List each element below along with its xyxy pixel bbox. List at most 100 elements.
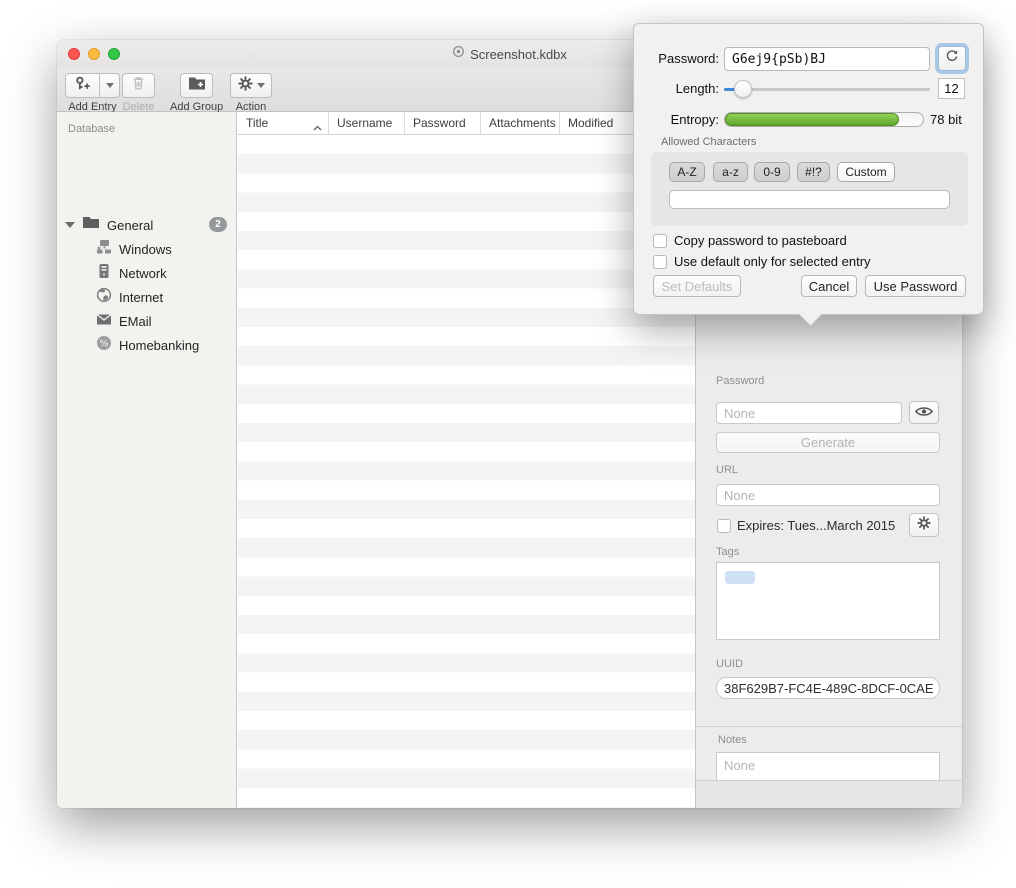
window-title: Screenshot.kdbx [470,47,567,62]
column-header-label: Username [337,116,392,130]
charset-button-custom[interactable]: Custom [837,162,895,182]
percent-icon: % [96,335,112,356]
charset-button-az[interactable]: A-Z [669,162,705,182]
sidebar-item-email[interactable]: EMail [57,310,236,332]
column-header-label: Password [413,116,466,130]
regenerate-password-button[interactable] [938,46,966,71]
default-selected-entry-checkbox[interactable] [653,255,667,269]
sidebar-item-label: EMail [119,314,152,329]
sidebar-item-general[interactable]: General 2 [57,214,236,236]
sidebar-item-network[interactable]: Network [57,262,236,284]
charset-button-[interactable]: #!? [797,162,830,182]
allowed-characters-label: Allowed Characters [661,136,756,148]
tag-token[interactable] [725,571,755,584]
folder-plus-icon [188,76,206,95]
copy-pasteboard-row: Copy password to pasteboard [653,233,847,248]
uuid-field[interactable]: 38F629B7-FC4E-489C-8DCF-0CAE [716,677,940,699]
column-header-password[interactable]: Password [405,112,481,134]
notes-section-label: Notes [718,734,747,746]
column-header-label: Title [246,116,268,130]
entropy-label: Entropy: [634,112,719,127]
sidebar-item-label: Internet [119,290,163,305]
envelope-icon [96,312,112,330]
expires-label: Expires: Tues...March 2015 [737,518,895,533]
add-entry-dropdown-button[interactable] [100,73,120,98]
uuid-section-label: UUID [716,658,743,670]
section-divider [696,726,962,727]
sidebar-item-homebanking[interactable]: % Homebanking [57,334,236,356]
screenshot-page: Screenshot.kdbx Add Entry [0,0,1016,888]
popover-password-label: Password: [634,51,719,66]
expires-row: Expires: Tues...March 2015 [717,518,895,533]
tags-section-label: Tags [716,546,739,558]
expires-settings-button[interactable] [909,513,939,537]
delete-button[interactable] [122,73,155,98]
sidebar-item-label: Homebanking [119,338,199,353]
default-selected-entry-label: Use default only for selected entry [674,254,871,269]
globe-icon [96,287,112,308]
column-header-username[interactable]: Username [329,112,405,134]
column-header-title[interactable]: Title [238,112,329,134]
key-plus-icon [74,75,92,96]
gear-icon [238,76,253,96]
column-header-attachments[interactable]: Attachments [481,112,560,134]
url-field[interactable]: None [716,484,940,506]
table-rows[interactable] [238,135,695,808]
toolbar-item-add-group: Add Group [170,73,223,113]
toolbar-item-add-entry: Add Entry [65,73,120,113]
gear-icon [917,516,931,535]
length-value-box[interactable]: 12 [938,78,965,99]
default-selected-entry-row: Use default only for selected entry [653,254,871,269]
entropy-bar [724,112,924,127]
copy-pasteboard-checkbox[interactable] [653,234,667,248]
entry-table: Title Username Password Attachments Modified [238,112,695,808]
document-proxy-icon [452,45,465,63]
allowed-characters-box: A-Z a-z 0-9 #!? Custom [651,152,968,226]
sidebar-header: Database [68,123,115,135]
entropy-bar-fill [725,113,899,126]
generate-button[interactable]: Generate [716,432,940,453]
password-generator-popover: Password: G6ej9{pSb)BJ Length: 12 Entrop… [633,23,984,315]
add-group-button[interactable] [180,73,213,98]
chevron-down-icon [257,83,265,88]
disclosure-triangle-icon[interactable] [65,222,75,228]
column-header-label: Modified [568,116,613,130]
add-entry-button[interactable] [65,73,100,98]
sidebar-item-windows[interactable]: Windows [57,238,236,260]
sidebar-item-label: Network [119,266,167,281]
password-section-label: Password [716,375,764,387]
refresh-icon [945,49,959,68]
expires-checkbox[interactable] [717,519,731,533]
entropy-value: 78 bit [930,112,962,127]
cancel-button[interactable]: Cancel [801,275,857,297]
action-button[interactable] [230,73,272,98]
generated-password-field[interactable]: G6ej9{pSb)BJ [724,47,930,71]
length-label: Length: [634,81,719,96]
computers-icon [96,239,112,260]
set-defaults-button[interactable]: Set Defaults [653,275,741,297]
length-slider[interactable] [724,88,930,91]
toolbar-item-action: Action [230,73,272,113]
password-field[interactable]: None [716,402,902,424]
svg-text:%: % [99,338,108,349]
show-password-button[interactable] [909,401,939,424]
custom-charset-field[interactable] [669,190,950,209]
column-header-label: Attachments [489,116,556,130]
use-password-button[interactable]: Use Password [865,275,966,297]
server-icon [96,263,112,284]
sidebar: Database General 2 Windows Network Interne… [57,112,237,808]
entry-count-badge: 2 [209,217,227,232]
toolbar-item-delete: Delete [122,73,155,113]
trash-icon [131,75,146,96]
eye-icon [915,404,933,422]
copy-pasteboard-label: Copy password to pasteboard [674,233,847,248]
length-slider-knob[interactable] [734,80,752,98]
folder-icon [82,216,100,234]
sort-ascending-icon [313,120,322,134]
sidebar-item-label: General [107,218,153,233]
charset-button-az[interactable]: a-z [713,162,748,182]
sidebar-item-internet[interactable]: Internet [57,286,236,308]
tags-field[interactable] [716,562,940,640]
charset-button-09[interactable]: 0-9 [754,162,790,182]
table-header: Title Username Password Attachments Modified [238,112,695,135]
